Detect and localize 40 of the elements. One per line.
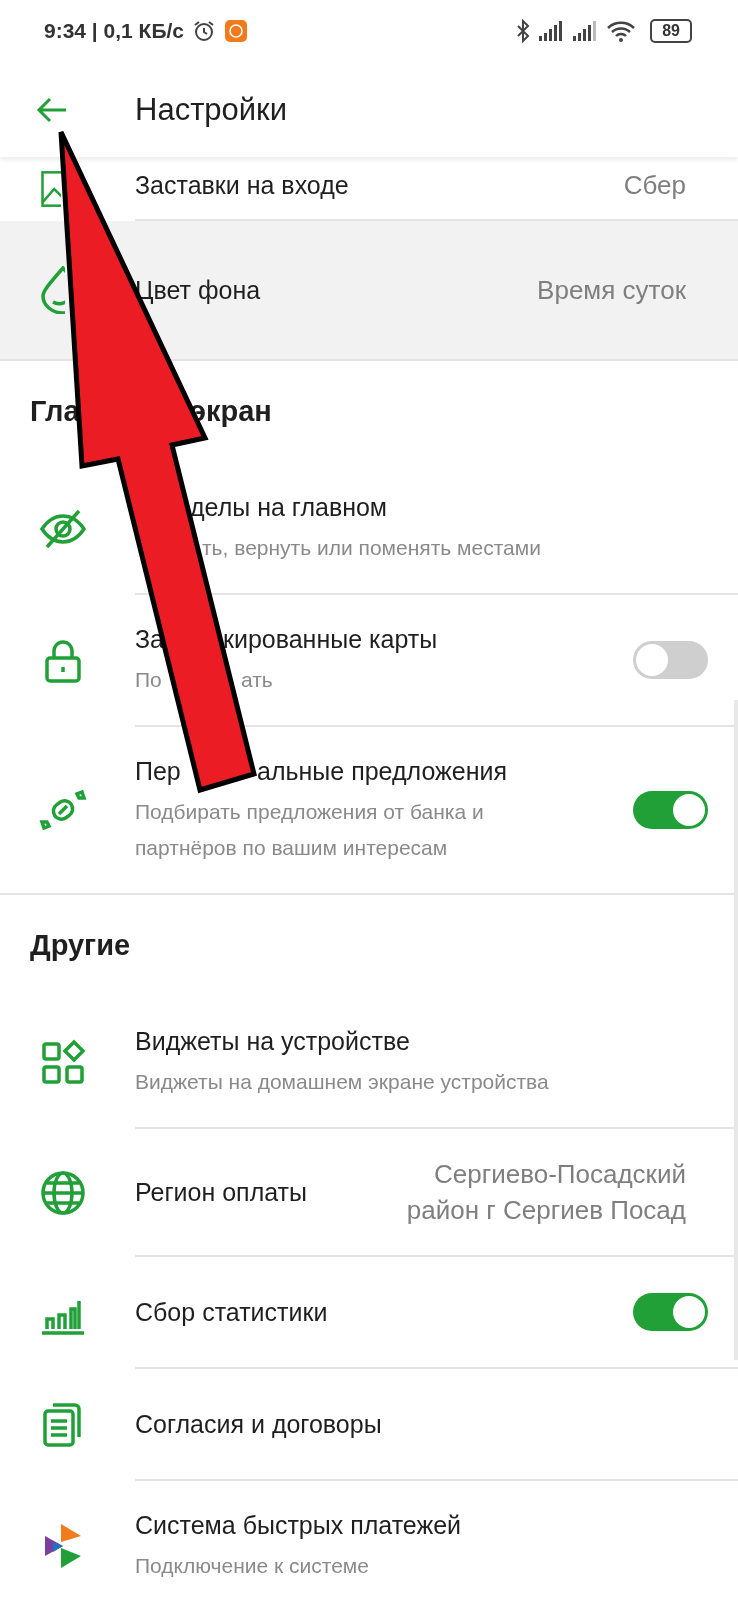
settings-row[interactable]: Пер альные предложения Подбирать предложения от банка и партнёров по вашим интересам xyxy=(0,727,738,893)
row-subtitle: Подключение к системе xyxy=(135,1554,369,1577)
toggle-switch[interactable] xyxy=(633,641,708,679)
status-text: 9:34 | 0,1 КБ/с xyxy=(44,19,185,43)
row-subtitle: По xyxy=(135,668,162,691)
row-title: Регион оплаты xyxy=(135,1178,308,1206)
row-value: Время суток xyxy=(537,274,686,307)
row-title: Пер xyxy=(135,757,181,785)
toggle-switch[interactable] xyxy=(633,791,708,829)
bluetooth-icon xyxy=(516,19,531,43)
drop-icon xyxy=(39,266,65,314)
row-title: альные предложения xyxy=(257,757,507,785)
row-title: кированные карты xyxy=(223,625,438,653)
row-title: Заставки на входе xyxy=(135,171,349,199)
back-arrow-icon[interactable] xyxy=(36,95,68,124)
picture-icon xyxy=(39,169,61,209)
section-heading: Другие xyxy=(30,929,131,961)
row-subtitle: ть, вернуть или поменять местами xyxy=(202,536,541,559)
row-subtitle: Виджеты на домашнем экране устройства xyxy=(135,1070,549,1093)
row-subtitle: ать xyxy=(241,668,273,691)
widgets-icon xyxy=(39,1039,87,1087)
row-title: Виджеты на устройстве xyxy=(135,1027,410,1055)
settings-row[interactable]: Согласия и договоры xyxy=(0,1369,738,1481)
signal-icon xyxy=(572,20,599,42)
row-subtitle: Подбирать предложения от банка и партнёров по вашим интересам xyxy=(135,800,484,859)
row-title: Система быстрых платежей xyxy=(135,1511,462,1539)
globe-icon xyxy=(39,1169,87,1217)
toggle-switch[interactable] xyxy=(633,1293,708,1331)
settings-row[interactable]: Сбор статистики xyxy=(0,1257,738,1369)
settings-row[interactable]: Система быстрых платежей Подключение к системе xyxy=(0,1481,738,1600)
app-icon xyxy=(224,19,249,43)
row-title: Согласия и договоры xyxy=(135,1410,382,1438)
row-title: делы на главном xyxy=(190,493,388,521)
row-value: Сбер xyxy=(623,169,686,202)
wifi-icon xyxy=(606,19,637,43)
row-value: Сергиево-Посадский район г Сергиев Посад xyxy=(405,1158,686,1227)
battery-indicator: 89 xyxy=(650,19,692,43)
screen-title: Настройки xyxy=(135,91,287,128)
row-title: Сбор статистики xyxy=(135,1298,328,1326)
signal-icon xyxy=(538,20,565,42)
